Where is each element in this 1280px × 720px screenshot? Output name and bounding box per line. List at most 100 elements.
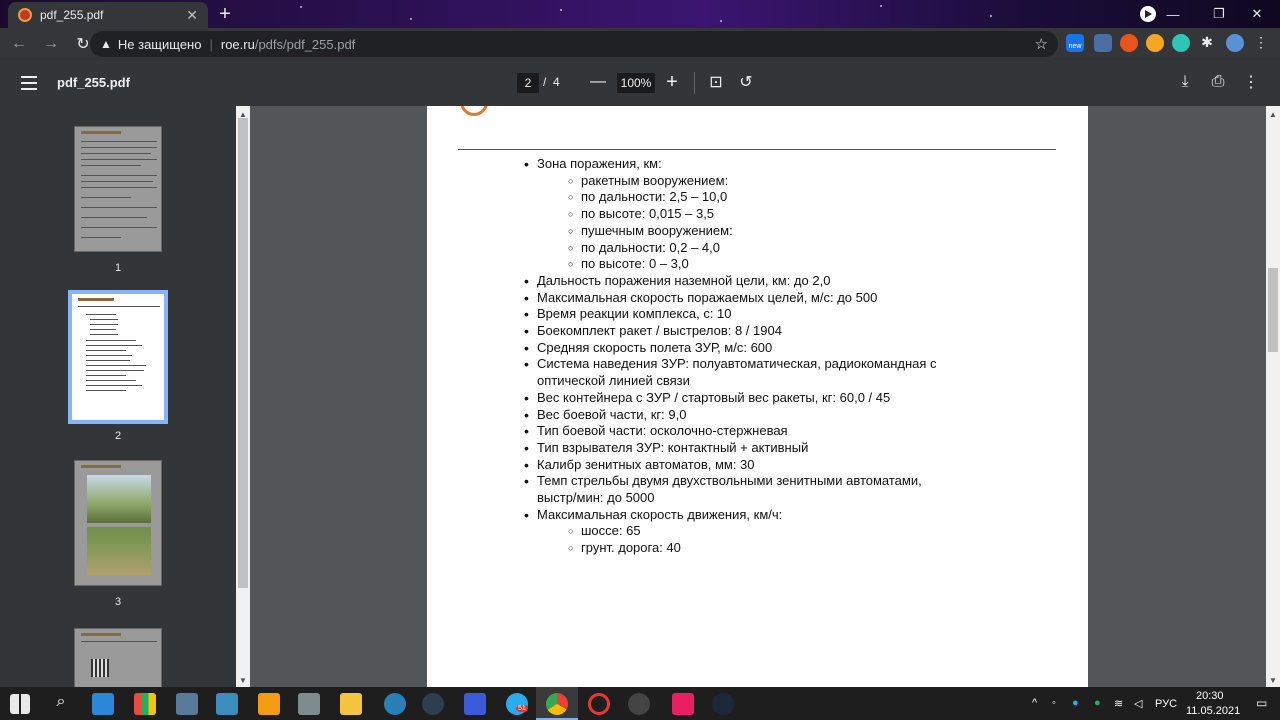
warning-icon[interactable]: ▲ [100, 37, 112, 51]
extension-icon[interactable] [1172, 34, 1190, 52]
list-item-continuation: оптической линией связи [537, 373, 690, 389]
scroll-up-arrow-icon[interactable]: ▲ [1269, 110, 1277, 119]
zoom-in-icon[interactable]: + [661, 71, 683, 93]
thumbnail-photo [87, 475, 151, 523]
page-total: 4 [553, 75, 560, 89]
extension-icon[interactable] [1094, 34, 1112, 52]
browser-tab[interactable]: pdf_255.pdf ✕ [8, 2, 208, 28]
tray-telegram-icon[interactable]: ● [1072, 697, 1079, 709]
sub-list-item: грунт. дорога: 40 [427, 540, 937, 557]
page-thumbnail-4[interactable] [74, 628, 162, 687]
zoom-level-input[interactable]: 100% [617, 73, 655, 93]
list-item: Максимальная скорость поражаемых целей, … [427, 290, 937, 307]
bookmark-star-icon[interactable]: ☆ [1035, 35, 1048, 53]
mail-app-icon[interactable] [92, 693, 114, 715]
volume-icon[interactable]: ◁ [1134, 697, 1142, 710]
steam-icon[interactable] [422, 693, 444, 715]
list-item-continuation: выстр/мин: до 5000 [537, 490, 655, 506]
puzzle-extensions-icon[interactable]: ✱ [1198, 34, 1216, 52]
new-tab-button[interactable]: + [214, 3, 236, 25]
app-icon[interactable] [134, 693, 156, 715]
app-icon[interactable] [216, 693, 238, 715]
zoom-out-icon[interactable]: — [587, 71, 609, 93]
start-windows-icon[interactable] [10, 694, 30, 714]
sub-list-item: ракетным вооружением: [427, 173, 937, 190]
ext-badge: new [1068, 43, 1082, 50]
sub-list-item: по дальности: 0,2 – 4,0 [427, 240, 937, 257]
url-host: roe.ru [220, 36, 255, 52]
sublime-icon[interactable] [258, 693, 280, 715]
file-explorer-icon[interactable] [340, 693, 362, 715]
back-button[interactable]: ← [6, 31, 32, 57]
chrome-icon[interactable] [546, 693, 568, 715]
list-item: Средняя скорость полета ЗУР, м/с: 600 [427, 340, 937, 357]
forward-button[interactable]: → [38, 31, 64, 57]
app-icon[interactable] [298, 693, 320, 715]
menu-kebab-icon[interactable]: ⋮ [1252, 34, 1270, 52]
scroll-down-arrow-icon[interactable]: ▼ [1269, 676, 1277, 685]
page-separator: / [543, 75, 547, 89]
viewer-scrollbar[interactable] [1266, 106, 1280, 687]
rotate-icon[interactable]: ↺ [735, 71, 757, 93]
sidebar-scrollbar-thumb[interactable] [238, 118, 248, 588]
thumbnail-label: 2 [114, 430, 122, 442]
sub-list-item: по высоте: 0,015 – 3,5 [427, 206, 937, 223]
extension-new-icon[interactable]: new [1066, 34, 1084, 52]
page-thumbnail-3[interactable] [74, 460, 162, 586]
list-item: Калибр зенитных автоматов, мм: 30 [427, 457, 937, 474]
security-status[interactable]: Не защищено [118, 37, 202, 52]
fit-to-page-icon[interactable]: ⊡ [705, 71, 727, 93]
page-thumbnail-2[interactable] [68, 290, 168, 424]
thumbnail-photo [87, 527, 151, 575]
extension-icon[interactable] [1120, 34, 1138, 52]
decor-star [560, 9, 562, 11]
address-bar[interactable]: ▲ Не защищено | roe.ru/pdfs/pdf_255.pdf … [90, 31, 1058, 57]
site-favicon-icon [18, 8, 32, 22]
clock-date[interactable]: 11.05.2021 [1186, 705, 1240, 717]
page-thumbnail-1[interactable] [74, 126, 162, 252]
search-icon[interactable]: ⌕ [50, 693, 72, 715]
more-options-icon[interactable]: ⋮ [1240, 71, 1262, 93]
minimize-button[interactable]: — [1150, 0, 1196, 28]
menu-hamburger-icon[interactable] [21, 76, 37, 90]
print-icon[interactable]: ⎙ [1207, 71, 1229, 93]
sub-list-item: по высоте: 0 – 3,0 [427, 256, 937, 273]
app-icon[interactable] [628, 693, 650, 715]
notifications-icon[interactable]: ▭ [1256, 696, 1267, 710]
close-tab-icon[interactable]: ✕ [186, 7, 198, 24]
pdf-viewer: Зона поражения, км:ракетным вооружением:… [250, 106, 1266, 687]
sub-list-item: пушечным вооружением: [427, 223, 937, 240]
tray-app-icon[interactable]: ◦ [1052, 697, 1056, 709]
list-item: Система наведения ЗУР: полуавтоматическа… [427, 356, 937, 373]
list-item: Тип взрывателя ЗУР: контактный + активны… [427, 440, 937, 457]
clock-time[interactable]: 20:30 [1196, 690, 1224, 702]
app-icon[interactable] [672, 693, 694, 715]
opera-icon[interactable] [588, 693, 610, 715]
pdf-page: Зона поражения, км:ракетным вооружением:… [427, 106, 1088, 687]
app-icon[interactable] [384, 693, 406, 715]
sub-list-item: шоссе: 65 [427, 523, 937, 540]
list-item: Тип боевой части: осколочно-стержневая [427, 423, 937, 440]
app-icon[interactable] [464, 693, 486, 715]
tray-chevron-icon[interactable]: ^ [1032, 697, 1037, 709]
scroll-down-arrow-icon[interactable]: ▼ [239, 676, 247, 685]
telegram-badge: 51 [516, 705, 528, 712]
pdf-document-title: pdf_255.pdf [57, 75, 130, 90]
app-icon[interactable] [176, 693, 198, 715]
close-window-button[interactable]: ✕ [1234, 0, 1280, 28]
list-item: Максимальная скорость движения, км/ч: [427, 507, 937, 524]
download-icon[interactable]: ⤓ [1174, 71, 1196, 93]
page-number-input[interactable]: 2 [517, 73, 539, 93]
extension-icon[interactable] [1146, 34, 1164, 52]
viewer-scrollbar-thumb[interactable] [1268, 268, 1278, 352]
thumbnail-label: 1 [114, 262, 122, 274]
tray-app-icon[interactable]: ● [1094, 697, 1101, 709]
wifi-icon[interactable]: ≋ [1114, 697, 1123, 710]
divider: | [209, 36, 213, 52]
tab-strip: pdf_255.pdf ✕ + — ❐ ✕ [0, 0, 1280, 28]
profile-avatar[interactable] [1226, 34, 1244, 52]
steam-icon[interactable] [712, 693, 734, 715]
scroll-up-arrow-icon[interactable]: ▲ [239, 110, 247, 119]
keyboard-language[interactable]: РУС [1155, 698, 1177, 710]
thumbnail-label: 3 [114, 596, 122, 608]
